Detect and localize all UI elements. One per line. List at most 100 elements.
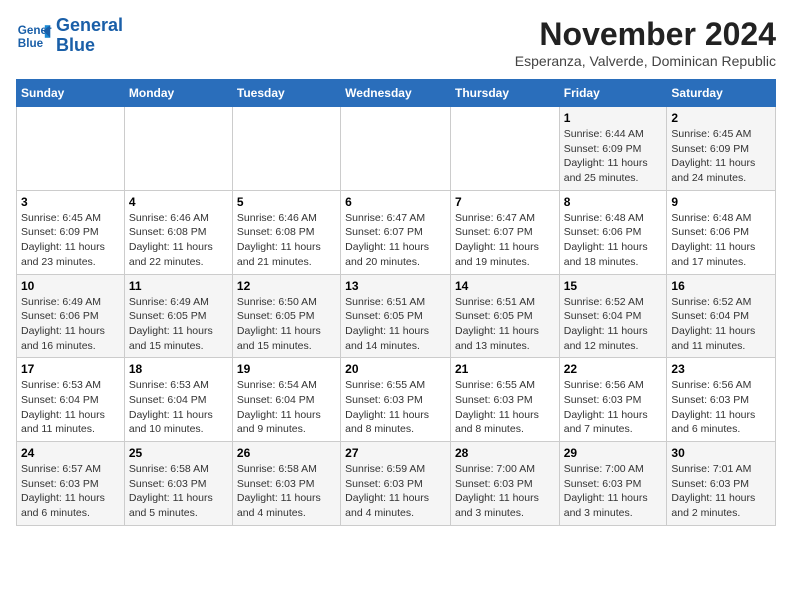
calendar-cell: 30 Sunrise: 7:01 AM Sunset: 6:03 PM Dayli… [667, 442, 776, 526]
day-info: Sunrise: 6:58 AM Sunset: 6:03 PM Dayligh… [237, 462, 336, 521]
calendar-cell: 16 Sunrise: 6:52 AM Sunset: 6:04 PM Dayli… [667, 274, 776, 358]
day-info: Sunrise: 6:49 AM Sunset: 6:06 PM Dayligh… [21, 295, 120, 354]
day-info: Sunrise: 6:54 AM Sunset: 6:04 PM Dayligh… [237, 378, 336, 437]
logo: General Blue General Blue [16, 16, 123, 56]
logo-icon: General Blue [16, 18, 52, 54]
calendar-cell: 7Sunrise: 6:47 AM Sunset: 6:07 PM Daylig… [450, 190, 559, 274]
calendar-cell [17, 107, 125, 191]
day-info: Sunrise: 6:58 AM Sunset: 6:03 PM Dayligh… [129, 462, 228, 521]
day-number: 15 [564, 279, 663, 293]
day-info: Sunrise: 6:44 AM Sunset: 6:09 PM Dayligh… [564, 127, 663, 186]
day-info: Sunrise: 6:55 AM Sunset: 6:03 PM Dayligh… [345, 378, 446, 437]
day-of-week-header: Wednesday [341, 80, 451, 107]
day-number: 30 [671, 446, 771, 460]
calendar-cell: 28Sunrise: 7:00 AM Sunset: 6:03 PM Dayli… [450, 442, 559, 526]
day-info: Sunrise: 7:00 AM Sunset: 6:03 PM Dayligh… [455, 462, 555, 521]
calendar-cell: 18 Sunrise: 6:53 AM Sunset: 6:04 PM Dayli… [124, 358, 232, 442]
calendar-body: 1Sunrise: 6:44 AM Sunset: 6:09 PM Daylig… [17, 107, 776, 526]
calendar-cell: 25 Sunrise: 6:58 AM Sunset: 6:03 PM Dayli… [124, 442, 232, 526]
day-number: 18 [129, 362, 228, 376]
location-title: Esperanza, Valverde, Dominican Republic [515, 53, 776, 69]
day-number: 13 [345, 279, 446, 293]
calendar-cell: 24 Sunrise: 6:57 AM Sunset: 6:03 PM Dayli… [17, 442, 125, 526]
day-info: Sunrise: 6:59 AM Sunset: 6:03 PM Dayligh… [345, 462, 446, 521]
day-number: 24 [21, 446, 120, 460]
day-number: 21 [455, 362, 555, 376]
calendar-cell: 27 Sunrise: 6:59 AM Sunset: 6:03 PM Dayli… [341, 442, 451, 526]
day-info: Sunrise: 6:56 AM Sunset: 6:03 PM Dayligh… [671, 378, 771, 437]
calendar-cell: 1Sunrise: 6:44 AM Sunset: 6:09 PM Daylig… [559, 107, 667, 191]
calendar-cell: 12Sunrise: 6:50 AM Sunset: 6:05 PM Dayli… [232, 274, 340, 358]
calendar-cell [232, 107, 340, 191]
calendar-cell: 5Sunrise: 6:46 AM Sunset: 6:08 PM Daylig… [232, 190, 340, 274]
calendar-week-row: 10 Sunrise: 6:49 AM Sunset: 6:06 PM Dayli… [17, 274, 776, 358]
day-info: Sunrise: 6:45 AM Sunset: 6:09 PM Dayligh… [671, 127, 771, 186]
calendar-cell [341, 107, 451, 191]
calendar-header-row: SundayMondayTuesdayWednesdayThursdayFrid… [17, 80, 776, 107]
day-of-week-header: Friday [559, 80, 667, 107]
day-info: Sunrise: 7:01 AM Sunset: 6:03 PM Dayligh… [671, 462, 771, 521]
day-number: 20 [345, 362, 446, 376]
day-info: Sunrise: 6:55 AM Sunset: 6:03 PM Dayligh… [455, 378, 555, 437]
day-number: 11 [129, 279, 228, 293]
day-info: Sunrise: 6:46 AM Sunset: 6:08 PM Dayligh… [237, 211, 336, 270]
day-number: 2 [671, 111, 771, 125]
day-of-week-header: Saturday [667, 80, 776, 107]
calendar-cell: 21 Sunrise: 6:55 AM Sunset: 6:03 PM Dayli… [450, 358, 559, 442]
day-number: 26 [237, 446, 336, 460]
day-info: Sunrise: 6:53 AM Sunset: 6:04 PM Dayligh… [21, 378, 120, 437]
day-info: Sunrise: 6:53 AM Sunset: 6:04 PM Dayligh… [129, 378, 228, 437]
calendar-cell: 19 Sunrise: 6:54 AM Sunset: 6:04 PM Dayli… [232, 358, 340, 442]
calendar-cell: 6Sunrise: 6:47 AM Sunset: 6:07 PM Daylig… [341, 190, 451, 274]
day-info: Sunrise: 6:52 AM Sunset: 6:04 PM Dayligh… [671, 295, 771, 354]
logo-text: General Blue [56, 16, 123, 56]
day-number: 8 [564, 195, 663, 209]
day-number: 6 [345, 195, 446, 209]
day-number: 25 [129, 446, 228, 460]
day-info: Sunrise: 6:49 AM Sunset: 6:05 PM Dayligh… [129, 295, 228, 354]
header: General Blue General Blue November 2024 … [16, 16, 776, 69]
day-number: 9 [671, 195, 771, 209]
day-of-week-header: Tuesday [232, 80, 340, 107]
month-title: November 2024 [515, 16, 776, 53]
calendar-week-row: 24 Sunrise: 6:57 AM Sunset: 6:03 PM Dayli… [17, 442, 776, 526]
calendar-cell: 9Sunrise: 6:48 AM Sunset: 6:06 PM Daylig… [667, 190, 776, 274]
day-info: Sunrise: 6:51 AM Sunset: 6:05 PM Dayligh… [345, 295, 446, 354]
title-area: November 2024 Esperanza, Valverde, Domin… [515, 16, 776, 69]
day-number: 19 [237, 362, 336, 376]
calendar-week-row: 1Sunrise: 6:44 AM Sunset: 6:09 PM Daylig… [17, 107, 776, 191]
day-number: 27 [345, 446, 446, 460]
day-info: Sunrise: 6:52 AM Sunset: 6:04 PM Dayligh… [564, 295, 663, 354]
calendar-cell [124, 107, 232, 191]
day-number: 16 [671, 279, 771, 293]
calendar-cell: 13 Sunrise: 6:51 AM Sunset: 6:05 PM Dayli… [341, 274, 451, 358]
calendar-week-row: 17Sunrise: 6:53 AM Sunset: 6:04 PM Dayli… [17, 358, 776, 442]
calendar-cell: 29Sunrise: 7:00 AM Sunset: 6:03 PM Dayli… [559, 442, 667, 526]
calendar-cell: 8 Sunrise: 6:48 AM Sunset: 6:06 PM Daylig… [559, 190, 667, 274]
day-number: 4 [129, 195, 228, 209]
day-number: 23 [671, 362, 771, 376]
day-number: 14 [455, 279, 555, 293]
calendar-cell: 20 Sunrise: 6:55 AM Sunset: 6:03 PM Dayli… [341, 358, 451, 442]
calendar-cell: 14Sunrise: 6:51 AM Sunset: 6:05 PM Dayli… [450, 274, 559, 358]
day-info: Sunrise: 6:45 AM Sunset: 6:09 PM Dayligh… [21, 211, 120, 270]
calendar-cell: 3Sunrise: 6:45 AM Sunset: 6:09 PM Daylig… [17, 190, 125, 274]
day-info: Sunrise: 6:56 AM Sunset: 6:03 PM Dayligh… [564, 378, 663, 437]
calendar-cell: 17Sunrise: 6:53 AM Sunset: 6:04 PM Dayli… [17, 358, 125, 442]
day-info: Sunrise: 6:48 AM Sunset: 6:06 PM Dayligh… [564, 211, 663, 270]
calendar-cell: 23 Sunrise: 6:56 AM Sunset: 6:03 PM Dayli… [667, 358, 776, 442]
svg-text:Blue: Blue [18, 37, 44, 50]
calendar-cell: 11 Sunrise: 6:49 AM Sunset: 6:05 PM Dayli… [124, 274, 232, 358]
day-number: 22 [564, 362, 663, 376]
calendar-cell [450, 107, 559, 191]
calendar-cell: 2 Sunrise: 6:45 AM Sunset: 6:09 PM Daylig… [667, 107, 776, 191]
calendar-week-row: 3Sunrise: 6:45 AM Sunset: 6:09 PM Daylig… [17, 190, 776, 274]
day-number: 12 [237, 279, 336, 293]
day-info: Sunrise: 7:00 AM Sunset: 6:03 PM Dayligh… [564, 462, 663, 521]
day-of-week-header: Monday [124, 80, 232, 107]
calendar-cell: 4Sunrise: 6:46 AM Sunset: 6:08 PM Daylig… [124, 190, 232, 274]
calendar-cell: 10 Sunrise: 6:49 AM Sunset: 6:06 PM Dayli… [17, 274, 125, 358]
day-number: 10 [21, 279, 120, 293]
calendar: SundayMondayTuesdayWednesdayThursdayFrid… [16, 79, 776, 526]
day-info: Sunrise: 6:57 AM Sunset: 6:03 PM Dayligh… [21, 462, 120, 521]
